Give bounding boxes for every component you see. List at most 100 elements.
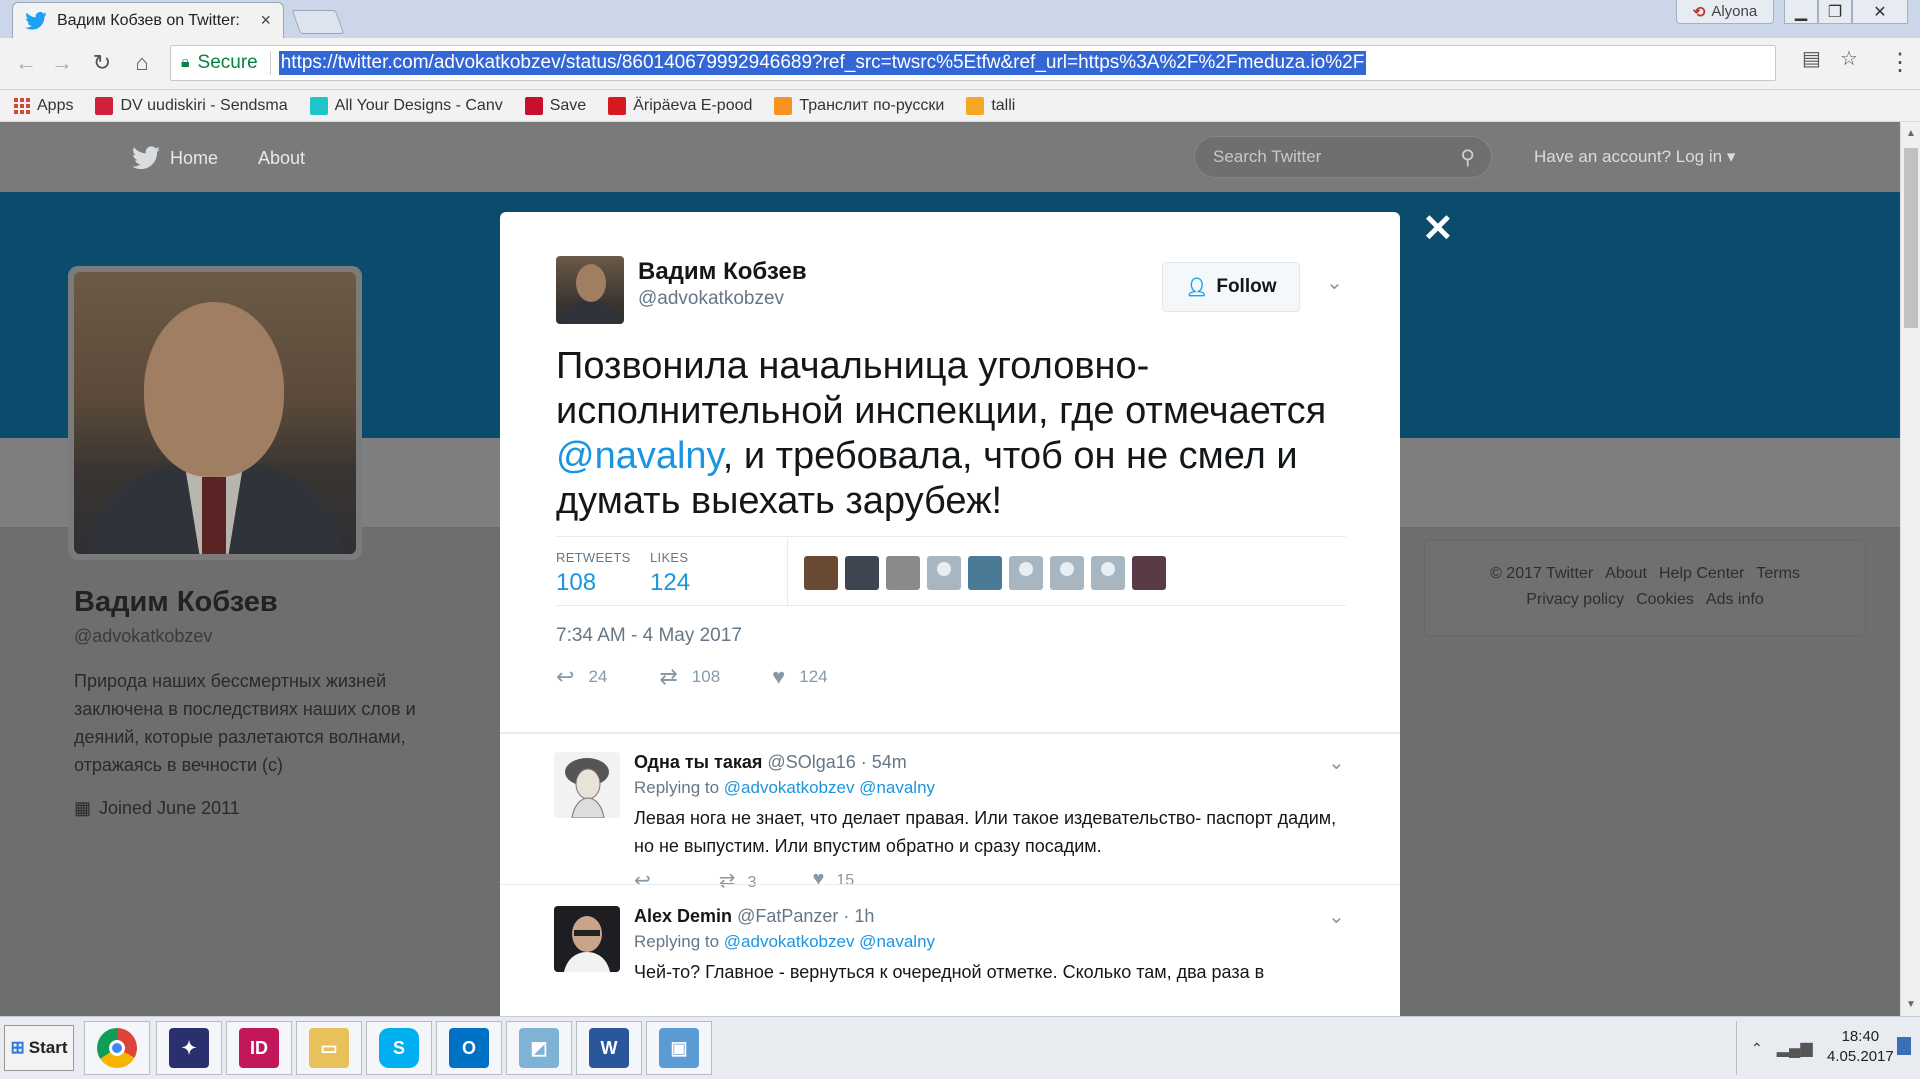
chrome-taskbar-icon[interactable] (84, 1021, 150, 1075)
footer-link[interactable]: Privacy policy (1526, 591, 1624, 608)
profile-avatar[interactable] (68, 266, 362, 560)
replying-mentions[interactable]: @advokatkobzev @navalny (724, 778, 935, 797)
liker-avatar[interactable] (886, 556, 920, 590)
bookmark-item[interactable]: Save (524, 96, 587, 115)
browser-tab[interactable]: Вадим Кобзев on Twitter: × (12, 2, 284, 38)
bookmark-item[interactable]: All Your Designs - Canv (309, 96, 503, 115)
file-explorer-taskbar-icon[interactable]: ▭ (296, 1021, 362, 1075)
liker-avatar[interactable] (1132, 556, 1166, 590)
tweet-actions: ↩ 24 ⇄ 108 ♥ 124 (556, 664, 828, 690)
reply-retweet-action[interactable]: ⇄ 3 (719, 868, 757, 893)
liker-avatar[interactable] (845, 556, 879, 590)
scroll-up-icon[interactable]: ▲ (1906, 128, 1916, 139)
word-taskbar-icon[interactable]: W (576, 1021, 642, 1075)
tweet-timestamp[interactable]: 7:34 AM - 4 May 2017 (556, 625, 742, 647)
close-modal-icon[interactable]: ✕ (1422, 206, 1454, 251)
liker-avatar[interactable] (1091, 556, 1125, 590)
clock-time: 18:40 (1841, 1028, 1880, 1045)
back-icon[interactable]: ← (12, 50, 40, 76)
reply-author-name[interactable]: Alex Demin (634, 906, 732, 926)
bookmark-item[interactable]: DV uudiskiri - Sendsma (95, 96, 288, 115)
liker-avatar[interactable] (804, 556, 838, 590)
indesign-taskbar-icon[interactable]: ID (226, 1021, 292, 1075)
retweet-action[interactable]: ⇄ 108 (659, 664, 720, 690)
reload-icon[interactable]: ↻ (88, 50, 116, 76)
outlook-taskbar-icon[interactable]: O (436, 1021, 502, 1075)
tweet-mention-link[interactable]: @navalny (556, 435, 723, 477)
like-action[interactable]: ♥ 124 (772, 664, 827, 690)
profile-button[interactable]: ⟲ Alyona (1676, 0, 1774, 24)
bookmark-star-icon[interactable]: ☆ (1840, 46, 1858, 71)
reply-author-handle[interactable]: @SOlga16 (767, 752, 855, 772)
search-icon[interactable]: ⚲ (1460, 145, 1475, 170)
footer-link[interactable]: About (1605, 565, 1647, 582)
reply-like-action[interactable]: ♥ 15 (812, 868, 854, 893)
address-bar[interactable]: 🔒︎ Secure https://twitter.com/advokatkob… (170, 45, 1776, 81)
liker-avatar[interactable] (1009, 556, 1043, 590)
page-scrollbar[interactable]: ▲ ▼ (1900, 122, 1920, 1016)
liker-avatar[interactable] (968, 556, 1002, 590)
minimize-icon[interactable]: ▁ (1784, 0, 1818, 24)
translate-icon[interactable]: ▤ (1802, 46, 1821, 71)
tab-close-icon[interactable]: × (260, 10, 271, 31)
reply-author-name[interactable]: Одна ты такая (634, 752, 762, 772)
tray-expand-icon[interactable]: ⌃ (1751, 1040, 1763, 1057)
tweet-author-handle[interactable]: @advokatkobzev (638, 288, 784, 310)
retweet-count: 108 (691, 667, 721, 686)
login-link[interactable]: Have an account? Log in ▾ (1534, 147, 1735, 167)
menu-icon[interactable]: ⋮ (1888, 48, 1912, 77)
forward-icon[interactable]: → (48, 50, 76, 76)
replying-mentions[interactable]: @advokatkobzev @navalny (724, 932, 935, 951)
network-icon[interactable]: ▂▄▆ (1777, 1038, 1813, 1058)
footer-link[interactable]: Cookies (1636, 591, 1694, 608)
tweet-author-avatar[interactable] (556, 256, 624, 324)
profile-name[interactable]: Вадим Кобзев (74, 586, 278, 619)
bookmark-item[interactable]: Äripäeva E-pood (608, 96, 752, 115)
reply-more-icon[interactable]: ⌄ (1328, 750, 1345, 775)
bookmark-label: Save (549, 96, 587, 114)
reply-avatar[interactable] (554, 752, 620, 818)
footer-link[interactable]: © 2017 Twitter (1490, 565, 1593, 582)
tweet-more-icon[interactable]: ⌄ (1326, 270, 1343, 295)
reply-time[interactable]: · 54m (861, 752, 907, 772)
reply-reply-action[interactable]: ↩ (634, 868, 663, 893)
footer-link[interactable]: Terms (1756, 565, 1800, 582)
close-window-icon[interactable]: ✕ (1852, 0, 1908, 24)
footer-link[interactable]: Ads info (1706, 591, 1764, 608)
restore-icon[interactable]: ❐ (1818, 0, 1852, 24)
eraser-app-taskbar-icon[interactable]: ◩ (506, 1021, 572, 1075)
nav-about[interactable]: About (258, 148, 305, 169)
liker-avatar[interactable] (1050, 556, 1084, 590)
url-text[interactable]: https://twitter.com/advokatkobzev/status… (278, 51, 1367, 75)
retweets-label: RETWEETS (556, 550, 631, 565)
follow-button[interactable]: 👤︎ Follow (1162, 262, 1300, 312)
home-icon[interactable]: ⌂ (128, 50, 156, 76)
footer-link[interactable]: Help Center (1659, 565, 1744, 582)
bookmark-item[interactable]: talli (966, 96, 1015, 115)
new-tab-button[interactable] (291, 10, 345, 34)
bookmark-label: All Your Designs - Canv (334, 96, 503, 114)
photo-viewer-taskbar-icon[interactable]: ▣ (646, 1021, 712, 1075)
stats-divider (556, 536, 1346, 537)
retweets-stat[interactable]: RETWEETS 108 (556, 550, 631, 597)
clock[interactable]: 18:40 4.05.2017 (1827, 1027, 1894, 1067)
nav-home[interactable]: Home (132, 146, 218, 170)
reply-avatar[interactable] (554, 906, 620, 972)
profile-handle[interactable]: @advokatkobzev (74, 626, 212, 647)
reply-more-icon[interactable]: ⌄ (1328, 904, 1345, 929)
reply-author-handle[interactable]: @FatPanzer (737, 906, 838, 926)
bookmark-item[interactable]: Apps (14, 97, 73, 115)
liker-avatar[interactable] (927, 556, 961, 590)
tweet-author-name[interactable]: Вадим Кобзев (638, 258, 807, 286)
search-input[interactable]: Search Twitter ⚲ (1194, 136, 1492, 178)
likes-stat[interactable]: LIKES 124 (650, 550, 690, 597)
bookmark-item[interactable]: Транслит по-русски (774, 96, 944, 115)
reply-time[interactable]: · 1h (843, 906, 874, 926)
start-button[interactable]: ⊞ Start (4, 1025, 74, 1071)
skype-taskbar-icon[interactable]: S (366, 1021, 432, 1075)
satellite-app-taskbar-icon[interactable]: ✦ (156, 1021, 222, 1075)
scroll-thumb[interactable] (1904, 148, 1918, 328)
show-desktop-icon[interactable] (1897, 1037, 1911, 1055)
scroll-down-icon[interactable]: ▼ (1906, 999, 1916, 1010)
reply-action[interactable]: ↩ 24 (556, 664, 607, 690)
